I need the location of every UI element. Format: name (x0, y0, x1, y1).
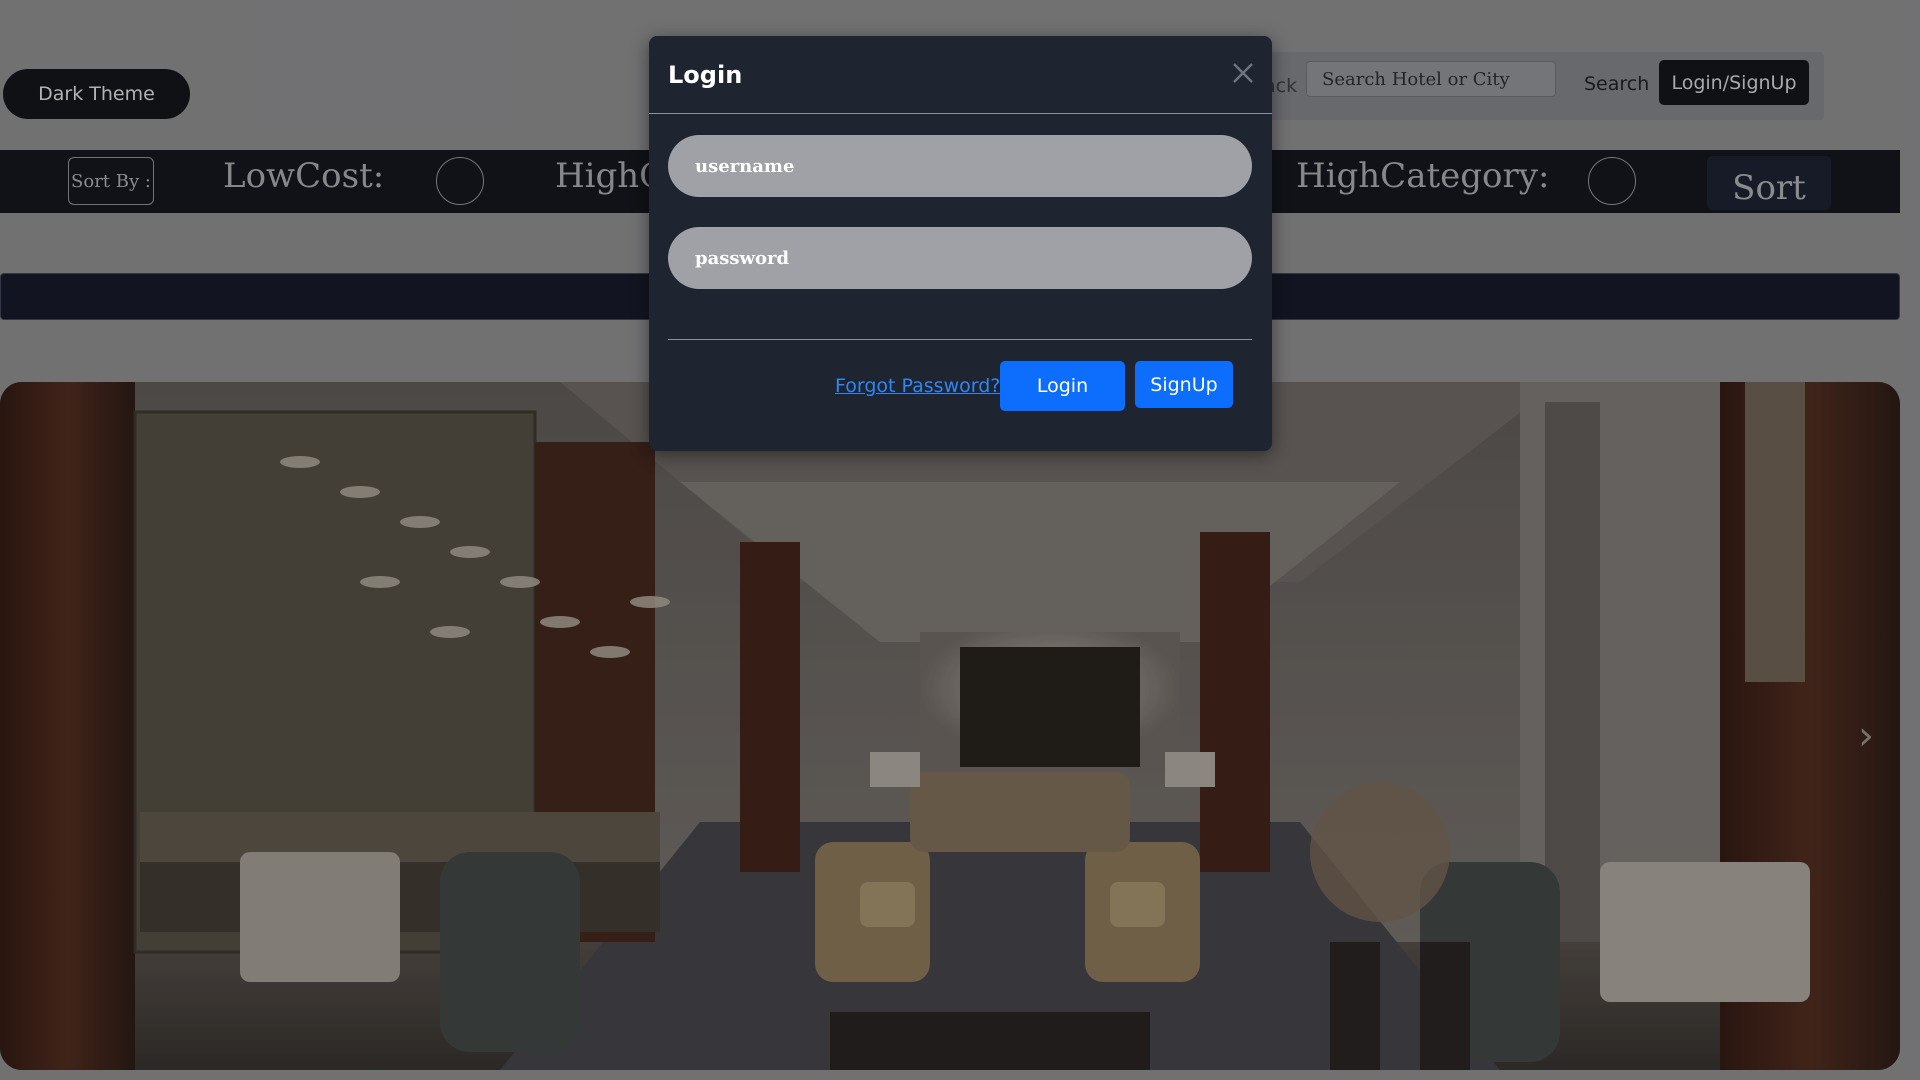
modal-title: Login (668, 61, 743, 89)
forgot-password-link[interactable]: Forgot Password? (835, 375, 1000, 397)
username-field[interactable] (668, 135, 1252, 197)
login-button[interactable]: Login (1000, 361, 1125, 411)
login-modal: Login Forgot Password? Login SignUp (649, 36, 1272, 451)
modal-header: Login (649, 36, 1272, 114)
signup-button[interactable]: SignUp (1135, 361, 1233, 408)
modal-divider (668, 339, 1252, 340)
page: Dark Theme ack Search Login/SignUp Sort … (0, 0, 1920, 1080)
password-field[interactable] (668, 227, 1252, 289)
close-icon[interactable] (1230, 60, 1256, 86)
